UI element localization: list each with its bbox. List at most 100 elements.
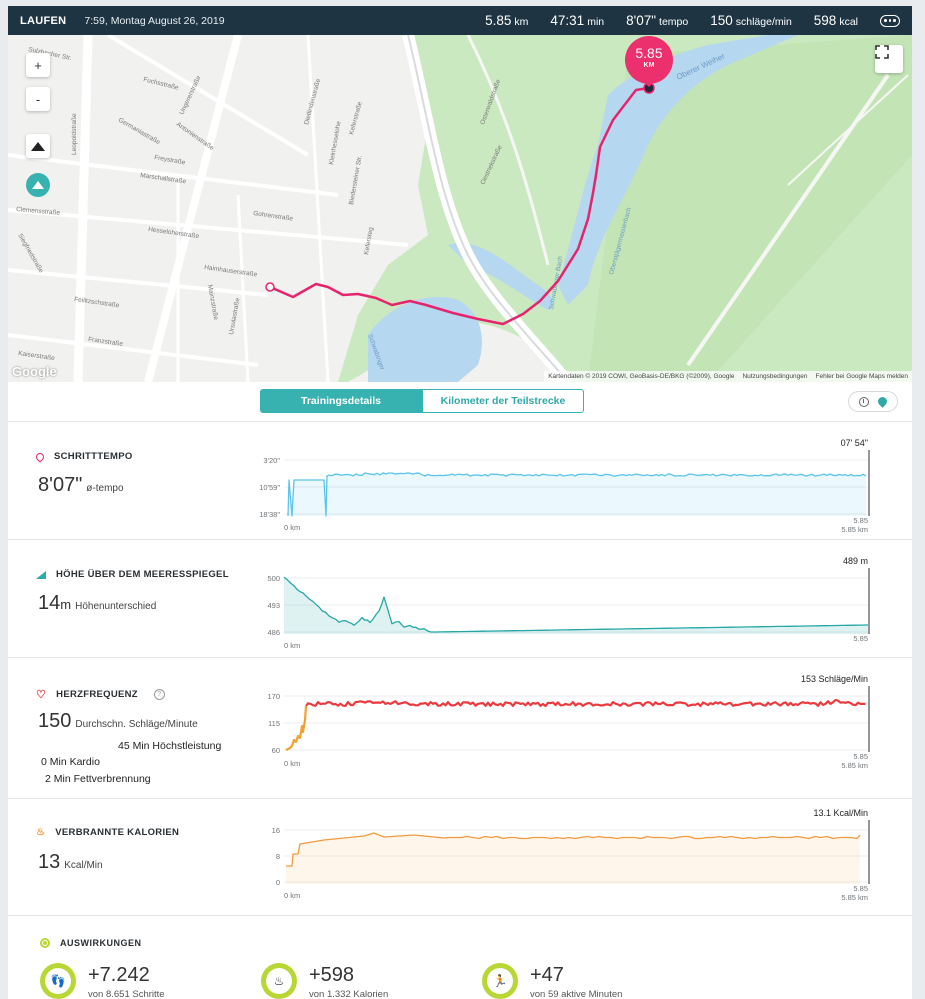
zoom-in-button[interactable]: +: [26, 53, 50, 77]
pace-value: 8'07": [38, 474, 83, 496]
map-report-link[interactable]: Fehler bei Google Maps melden: [816, 373, 909, 380]
heartrate-chart[interactable]: 170 115 60 0 km 5.855.85 km 153 Schläge/Min: [248, 670, 888, 770]
map-street-label: Haimhauserstraße: [204, 264, 258, 278]
y-tick-label: 8: [276, 852, 280, 861]
pace-chart[interactable]: 3'20" 10'59" 18'38" 0 km 5.855.85 km 07' 54": [248, 434, 888, 534]
workout-detail-page: LAUFEN 7:59, Montag August 26, 2019 5.85…: [8, 6, 912, 999]
google-logo: Google: [12, 364, 57, 379]
y-tick-label: 18'38": [259, 510, 280, 519]
map-street-label: Leopoldstraße: [71, 113, 78, 155]
series-area: [284, 577, 868, 634]
y-tick-label: 493: [267, 601, 280, 610]
heartrate-title: HERZFREQUENZ: [56, 689, 138, 700]
map-street-label: Ursulastraße: [228, 297, 241, 335]
impact-minutes-sub: von 59 aktive Minuten: [530, 989, 623, 999]
x-tick-label-end-unit: 5.85 km: [841, 893, 868, 902]
mountain-icon: [31, 141, 45, 151]
y-tick-label: 0: [276, 878, 280, 887]
y-tick-label: 115: [268, 719, 280, 728]
activity-title: LAUFEN: [20, 14, 67, 27]
map-attribution: Kartendaten © 2019 COWI, GeoBasis-DE/BKG…: [544, 371, 912, 382]
ellipsis-icon[interactable]: [880, 14, 900, 27]
summary-bar: LAUFEN 7:59, Montag August 26, 2019 5.85…: [8, 6, 912, 35]
impact-calories: ♨ +598 von 1.332 Kalorien: [261, 963, 388, 999]
zone-fatburn: 2 Min Fettverbrennung: [45, 773, 151, 785]
map-street-label: Fuchsstraße: [143, 76, 180, 92]
pace-title: SCHRITTTEMPO: [54, 451, 133, 462]
route-start-marker: [265, 282, 275, 292]
x-tick-label-end: 5.85: [853, 884, 868, 893]
map-data-credit: Kartendaten © 2019 COWI, GeoBasis-DE/BKG…: [548, 373, 735, 380]
impact-active-minutes: 🏃 +47 von 59 aktive Minuten: [482, 963, 622, 999]
stat-calories: 598 kcal: [813, 13, 858, 28]
series-area: [288, 472, 866, 516]
x-tick-label-start: 0 km: [284, 759, 300, 768]
y-tick-label: 10'59": [259, 483, 280, 492]
distance-marker: 5.85 KM: [625, 36, 673, 84]
calories-title: VERBRANNTE KALORIEN: [55, 827, 180, 838]
terrain-toggle-button[interactable]: [26, 134, 50, 158]
summary-stats: 5.85 km 47:31 min 8'07" tempo 150 schläge/mi…: [485, 13, 880, 28]
impact-steps-sub: von 8.651 Schritte: [88, 989, 165, 999]
heartrate-value: 150: [38, 710, 72, 732]
calories-chart[interactable]: 16 8 0 0 km 5.855.85 km 13.1 Kcal/Min: [248, 806, 888, 906]
target-icon: [40, 938, 50, 948]
runner-icon: 🏃: [487, 968, 513, 994]
elevation-chart[interactable]: 500 493 486 0 km 5.85 489 m: [248, 552, 888, 652]
map-street-label: Keferstraße: [348, 101, 364, 136]
map-street-label: Hesseloherstraße: [148, 226, 200, 240]
map-street-label: Gohrenstraße: [253, 210, 294, 223]
map-street-label: Germaniastraße: [117, 117, 162, 147]
map-street-label: Kaiserstraße: [18, 350, 56, 362]
map-street-label: Clemensstraße: [16, 206, 61, 217]
pace-label: ø-tempo: [86, 483, 124, 494]
tab-split-kilometers[interactable]: Kilometer der Teilstrecke: [422, 389, 584, 413]
peak-value-label: 489 m: [843, 556, 868, 566]
x-tick-label-end: 5.85: [853, 634, 868, 643]
map-terms-link[interactable]: Nutzungsbedingungen: [742, 373, 807, 380]
zoom-out-button[interactable]: -: [26, 87, 50, 111]
map-street-label: Siegfriedstraße: [16, 233, 44, 275]
tab-training-details[interactable]: Trainingsdetails: [260, 389, 422, 413]
location-pin-icon: [34, 450, 46, 463]
impact-minutes-value: +47: [530, 964, 564, 986]
y-tick-label: 170: [267, 692, 280, 701]
series-area: [286, 833, 860, 884]
impact-title: AUSWIRKUNGEN: [60, 938, 142, 948]
clock-icon[interactable]: [858, 396, 869, 407]
compass-button[interactable]: [26, 173, 50, 197]
calories-value: 13: [38, 851, 61, 873]
stat-pace: 8'07" tempo: [626, 13, 689, 28]
location-pin-icon[interactable]: [876, 395, 890, 408]
peak-value-label: 07' 54": [841, 438, 868, 448]
x-tick-label-start: 0 km: [284, 641, 300, 650]
y-tick-label: 60: [272, 746, 280, 755]
impact-steps-value: +7.242: [88, 964, 150, 986]
activity-datetime: 7:59, Montag August 26, 2019: [84, 14, 225, 27]
x-tick-label-end: 5.85: [853, 752, 868, 761]
y-tick-label: 3'20": [263, 456, 280, 465]
detail-tabs: Trainingsdetails Kilometer der Teilstrec…: [260, 389, 584, 413]
stat-heartrate: 150 schläge/min: [710, 13, 792, 28]
stat-duration: 47:31 min: [550, 13, 605, 28]
flame-icon: ♨: [266, 968, 292, 994]
navigation-arrow-icon: [32, 181, 44, 189]
info-icon[interactable]: ?: [153, 689, 165, 700]
impact-calories-value: +598: [309, 964, 355, 986]
fullscreen-button[interactable]: [875, 45, 903, 73]
view-toggle[interactable]: [848, 391, 898, 412]
elevation-label: Höhenunterschied: [75, 601, 157, 612]
impact-steps: 👣 +7.242 von 8.651 Schritte: [40, 963, 165, 999]
x-tick-label-end-unit: 5.85 km: [841, 761, 868, 770]
map-canvas: Sulzbacher Str. Fuchsstraße Ungererstraß…: [8, 35, 912, 382]
series-line-warmup: [285, 705, 308, 751]
map-street-label: Kleinhesselohe: [328, 120, 343, 165]
calories-label: Kcal/Min: [64, 860, 103, 871]
y-tick-label: 486: [267, 628, 280, 637]
peak-value-label: 13.1 Kcal/Min: [813, 808, 868, 818]
route-map[interactable]: Sulzbacher Str. Fuchsstraße Ungererstraß…: [8, 35, 912, 382]
x-tick-label-end: 5.85: [853, 516, 868, 525]
series-line: [305, 699, 866, 708]
y-tick-label: 500: [267, 574, 280, 583]
stat-distance: 5.85 km: [485, 13, 529, 28]
